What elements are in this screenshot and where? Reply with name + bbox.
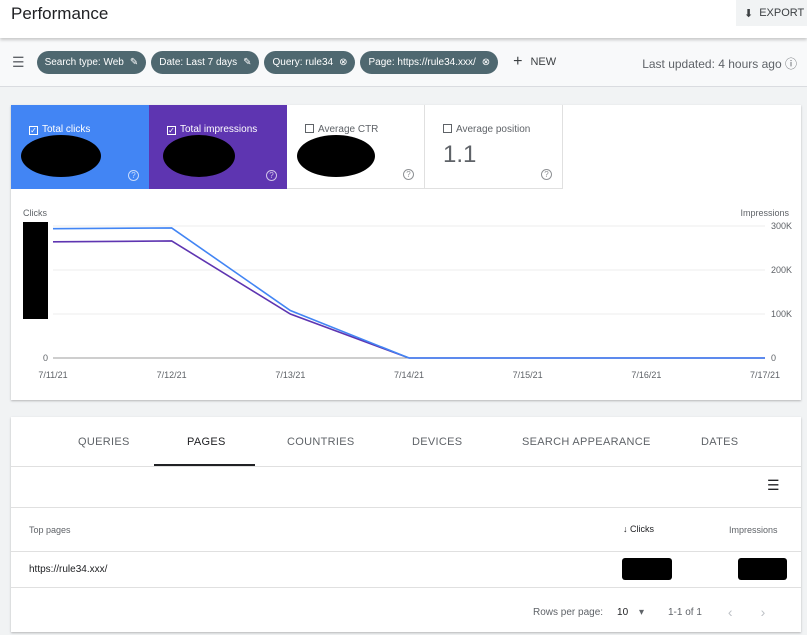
- x-tick-label: 7/11/21: [38, 370, 67, 380]
- column-label: Clicks: [630, 524, 655, 534]
- table-card: QUERIES PAGES COUNTRIES DEVICES SEARCH A…: [11, 417, 801, 632]
- performance-chart: Clicks Impressions 0 100K 200K 300K 0 7/11/21 7/…: [23, 208, 792, 380]
- active-tab-indicator: [154, 464, 255, 466]
- x-tick-label: 7/12/21: [157, 370, 187, 380]
- help-icon[interactable]: ?: [128, 170, 139, 181]
- page-title: Performance: [11, 4, 109, 23]
- app-header: Performance ⬇ EXPORT: [0, 0, 807, 38]
- table-header: Top pages ↓ Clicks Impressions: [11, 507, 801, 552]
- y-axis-label-right: Impressions: [740, 208, 789, 218]
- export-label: EXPORT: [759, 7, 805, 19]
- tab-dates[interactable]: DATES: [701, 436, 738, 448]
- checkbox-checked[interactable]: ✓: [29, 126, 38, 135]
- rows-per-page-label: Rows per page:: [533, 606, 604, 618]
- impressions-line: [52, 240, 765, 359]
- y-tick-right: 0: [771, 353, 776, 363]
- remove-icon[interactable]: ⊗: [339, 57, 347, 68]
- x-tick-label: 7/16/21: [631, 370, 661, 380]
- last-updated-text: Last updated: 4 hours ago: [642, 57, 782, 71]
- column-header-clicks[interactable]: ↓ Clicks: [623, 524, 654, 534]
- checkbox-checked[interactable]: ✓: [167, 126, 176, 135]
- metric-value: 1.1: [443, 141, 477, 168]
- metric-label: Total impressions: [180, 124, 258, 135]
- x-tick-label: 7/13/21: [275, 370, 305, 380]
- metric-label: Average position: [456, 124, 531, 135]
- redacted-impressions: [738, 558, 787, 580]
- x-tick-label: 7/14/21: [394, 370, 424, 380]
- x-tick-label: 7/17/21: [750, 370, 780, 380]
- plus-icon: +: [513, 53, 523, 70]
- filter-icon[interactable]: ☰: [12, 54, 25, 71]
- tab-search-appearance[interactable]: SEARCH APPEARANCE: [522, 436, 651, 448]
- rows-per-page-value: 10: [617, 606, 629, 618]
- edit-icon[interactable]: ✎: [130, 57, 138, 68]
- help-icon[interactable]: ?: [403, 169, 414, 180]
- clicks-line: [52, 227, 765, 359]
- pagination: Rows per page: 10 ▾ 1-1 of 1 ‹ ›: [533, 604, 765, 620]
- metric-average-ctr[interactable]: Average CTR?: [287, 105, 425, 189]
- rows-per-page-select[interactable]: 10 ▾: [617, 607, 644, 618]
- tab-queries[interactable]: QUERIES: [78, 436, 130, 448]
- y-tick-right: 300K: [771, 221, 792, 231]
- page-url[interactable]: https://rule34.xxx/: [29, 564, 107, 575]
- metric-average-position[interactable]: Average position 1.1?: [425, 105, 563, 189]
- y-tick-right: 200K: [771, 265, 792, 275]
- edit-icon[interactable]: ✎: [243, 57, 251, 68]
- dropdown-icon: ▾: [638, 606, 644, 618]
- chip-query[interactable]: Query: rule34 ⊗: [264, 50, 356, 74]
- redacted-value: [297, 135, 375, 177]
- tab-bar: QUERIES PAGES COUNTRIES DEVICES SEARCH A…: [11, 417, 801, 467]
- tab-pages[interactable]: PAGES: [187, 436, 226, 448]
- remove-icon[interactable]: ⊗: [482, 57, 490, 68]
- table-row[interactable]: https://rule34.xxx/: [11, 552, 801, 588]
- metric-label: Average CTR: [318, 124, 379, 135]
- filter-bar: ☰ Search type: Web ✎ Date: Last 7 days ✎ Q…: [0, 38, 807, 87]
- chip-date[interactable]: Date: Last 7 days ✎: [151, 50, 260, 74]
- y-tick-left: 0: [43, 353, 48, 363]
- checkbox[interactable]: [443, 124, 452, 133]
- help-icon[interactable]: ?: [541, 169, 552, 180]
- chip-search-type[interactable]: Search type: Web ✎: [36, 50, 147, 74]
- table-filter-icon[interactable]: ☰: [767, 477, 780, 494]
- redacted-left-axis: [23, 222, 48, 319]
- checkbox[interactable]: [305, 124, 314, 133]
- metric-label: Total clicks: [42, 124, 91, 135]
- help-icon[interactable]: ⓘ: [785, 57, 797, 71]
- redacted-value: [163, 135, 235, 177]
- help-icon[interactable]: ?: [266, 170, 277, 181]
- redacted-value: [21, 135, 101, 177]
- column-header-impressions[interactable]: Impressions: [729, 525, 778, 535]
- tab-countries[interactable]: COUNTRIES: [287, 436, 354, 448]
- y-tick-right: 100K: [771, 309, 792, 319]
- x-tick-label: 7/15/21: [513, 370, 543, 380]
- prev-page-icon[interactable]: ‹: [728, 604, 733, 620]
- column-header-page: Top pages: [29, 525, 71, 535]
- export-button[interactable]: ⬇ EXPORT: [736, 0, 807, 26]
- chip-label: Search type: Web: [44, 56, 124, 68]
- chip-label: Date: Last 7 days: [159, 56, 238, 68]
- chip-label: Page: https://rule34.xxx/: [368, 56, 476, 68]
- metric-total-impressions[interactable]: ✓ Total impressions?: [149, 105, 287, 189]
- y-axis-label-left: Clicks: [23, 208, 47, 218]
- chip-page[interactable]: Page: https://rule34.xxx/ ⊗: [360, 50, 499, 74]
- next-page-icon[interactable]: ›: [761, 604, 766, 620]
- tab-devices[interactable]: DEVICES: [412, 436, 462, 448]
- performance-card: ✓ Total clicks? ✓ Total impressions? Avera…: [11, 105, 801, 400]
- sort-down-icon: ↓: [623, 524, 628, 534]
- new-label: NEW: [530, 56, 557, 68]
- new-filter-button[interactable]: + NEW: [513, 53, 556, 71]
- page-range: 1-1 of 1: [667, 606, 702, 618]
- chip-label: Query: rule34: [272, 56, 334, 68]
- metric-total-clicks[interactable]: ✓ Total clicks?: [11, 105, 149, 189]
- download-icon: ⬇: [744, 7, 754, 20]
- last-updated: Last updated: 4 hours ago ⓘ: [642, 55, 797, 72]
- redacted-clicks: [622, 558, 672, 580]
